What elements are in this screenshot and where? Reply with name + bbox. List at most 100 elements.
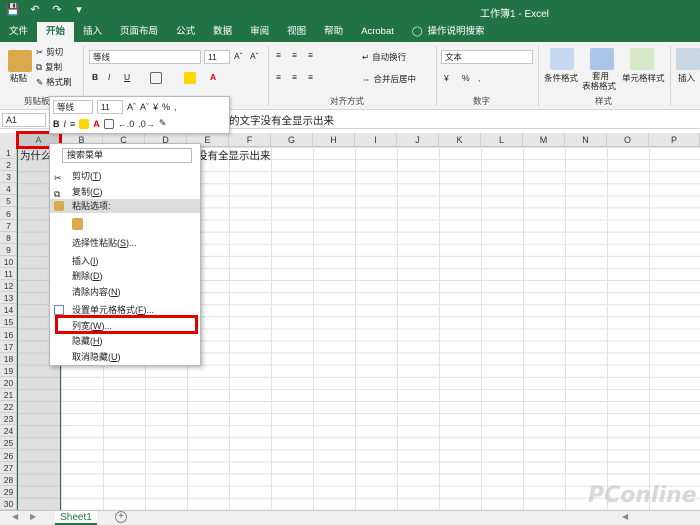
menu-item-insert[interactable]: 插入(I) [50, 254, 200, 268]
menu-item-unhide[interactable]: 取消隐藏(U) [50, 350, 200, 364]
customize-qat-icon[interactable]: ▾ [72, 3, 86, 17]
column-header[interactable]: J [397, 133, 439, 147]
align-middle-icon[interactable]: ≡ [292, 50, 297, 60]
font-size-select[interactable]: 11 [204, 50, 230, 64]
tell-me-search[interactable]: ◯ 操作说明搜索 [403, 22, 494, 42]
tab-home[interactable]: 开始 [37, 22, 75, 42]
shrink-font-button[interactable]: Aˇ [250, 51, 259, 61]
mini-font-color-icon[interactable]: A [93, 119, 100, 129]
decimal-decrease-icon[interactable]: .0→ [138, 119, 155, 129]
row-header[interactable]: 14 [0, 304, 17, 317]
menu-search-input[interactable]: 搜索菜单 [62, 148, 192, 163]
tab-view[interactable]: 视图 [278, 22, 315, 42]
row-header[interactable]: 24 [0, 425, 17, 438]
paste-icon[interactable] [8, 50, 32, 72]
font-color-button[interactable]: A [210, 72, 216, 82]
column-header[interactable]: H [313, 133, 355, 147]
tab-insert[interactable]: 插入 [74, 22, 111, 42]
mini-border-icon[interactable] [103, 118, 114, 129]
comma-button[interactable]: , [478, 73, 480, 83]
bold-button[interactable]: B [92, 72, 98, 82]
mini-size-select[interactable]: 11 [97, 100, 123, 114]
align-top-icon[interactable]: ≡ [276, 50, 281, 60]
grow-font-button[interactable]: Aˆ [234, 51, 243, 61]
cell-styles-icon[interactable] [630, 48, 654, 70]
percent-button[interactable]: % [462, 73, 470, 83]
conditional-format-icon[interactable] [550, 48, 574, 70]
column-header[interactable]: L [481, 133, 523, 147]
align-right-icon[interactable]: ≡ [308, 72, 313, 82]
tab-acrobat[interactable]: Acrobat [352, 22, 403, 42]
format-as-table-icon[interactable] [590, 48, 614, 70]
select-all-corner[interactable] [0, 133, 17, 147]
currency-button[interactable]: ¥ [444, 73, 449, 83]
row-header[interactable]: 7 [0, 220, 17, 232]
cell-styles-button[interactable]: 单元格样式 [622, 72, 665, 84]
column-header[interactable]: M [523, 133, 565, 147]
row-header[interactable]: 2 [0, 159, 17, 172]
row-header[interactable]: 8 [0, 232, 17, 244]
column-header[interactable]: I [355, 133, 397, 147]
row-header[interactable]: 17 [0, 341, 17, 353]
row-header[interactable]: 13 [0, 292, 17, 305]
merge-center-button[interactable]: ⇔ 合并后居中 [362, 73, 416, 85]
wrap-text-button[interactable]: ↵ 自动换行 [362, 51, 406, 63]
tab-formulas[interactable]: 公式 [167, 22, 204, 42]
menu-item-clear-contents[interactable]: 清除内容(N) [50, 285, 200, 299]
copy-button[interactable]: ⧉ 复制 [36, 61, 62, 73]
row-header[interactable]: 15 [0, 316, 17, 329]
menu-item-cut[interactable]: ✂ 剪切(T) [50, 169, 200, 183]
row-header[interactable]: 11 [0, 268, 17, 280]
column-header[interactable]: P [649, 133, 700, 147]
mini-format-painter-icon[interactable]: ✎ [159, 118, 167, 129]
paste-button[interactable]: 粘贴 [10, 72, 27, 84]
name-box[interactable]: A1 [2, 113, 46, 127]
row-header[interactable]: 9 [0, 244, 17, 256]
insert-cells-icon[interactable] [676, 48, 700, 70]
menu-item-hide[interactable]: 隐藏(H) [50, 334, 200, 348]
menu-item-delete[interactable]: 删除(D) [50, 269, 200, 283]
mini-font-select[interactable]: 等线 [53, 100, 93, 114]
row-header[interactable]: 20 [0, 377, 17, 389]
tab-review[interactable]: 审阅 [241, 22, 278, 42]
grow-font-icon[interactable]: Aˆ [127, 102, 136, 112]
tab-help[interactable]: 帮助 [315, 22, 352, 42]
mini-fill-color-icon[interactable] [79, 118, 90, 129]
cut-button[interactable]: ✂ 剪切 [36, 46, 63, 58]
row-header[interactable]: 28 [0, 474, 17, 486]
underline-button[interactable]: U [124, 72, 130, 82]
row-header[interactable]: 30 [0, 498, 17, 510]
tab-file[interactable]: 文件 [0, 22, 37, 42]
row-header[interactable]: 12 [0, 280, 17, 293]
row-header[interactable]: 22 [0, 401, 17, 414]
decimal-increase-icon[interactable]: ←.0 [118, 119, 135, 129]
column-header[interactable]: G [271, 133, 313, 147]
italic-button[interactable]: I [108, 72, 110, 82]
column-header[interactable]: O [607, 133, 649, 147]
row-header[interactable]: 25 [0, 437, 17, 450]
format-painter-button[interactable]: ✎ 格式刷 [36, 76, 72, 88]
shrink-font-icon[interactable]: Aˇ [140, 102, 149, 112]
mini-italic-button[interactable]: I [64, 119, 67, 129]
next-sheet-icon[interactable]: ▶ [30, 512, 36, 521]
column-header[interactable]: F [229, 133, 271, 147]
fill-color-button[interactable] [184, 72, 196, 84]
scroll-left-icon[interactable]: ◀ [622, 512, 628, 521]
add-sheet-icon[interactable]: + [115, 511, 127, 523]
row-header[interactable]: 5 [0, 195, 17, 208]
row-header[interactable]: 6 [0, 208, 17, 220]
row-header[interactable]: 21 [0, 389, 17, 401]
row-header[interactable]: 1 [0, 147, 17, 159]
number-format-select[interactable]: 文本 [441, 50, 533, 64]
conditional-format-button[interactable]: 条件格式 [544, 72, 578, 84]
row-header[interactable]: 23 [0, 413, 17, 426]
menu-item-paste-special[interactable]: 选择性粘贴(S)... [50, 236, 200, 250]
row-header[interactable]: 29 [0, 486, 17, 498]
undo-icon[interactable]: ↶ [28, 3, 42, 17]
redo-icon[interactable]: ↷ [50, 3, 64, 17]
menu-item-copy[interactable]: ⧉ 复制(C) [50, 185, 200, 199]
row-header[interactable]: 4 [0, 183, 17, 196]
row-header[interactable]: 18 [0, 353, 17, 365]
border-button[interactable] [150, 72, 162, 84]
column-header[interactable]: K [439, 133, 481, 147]
